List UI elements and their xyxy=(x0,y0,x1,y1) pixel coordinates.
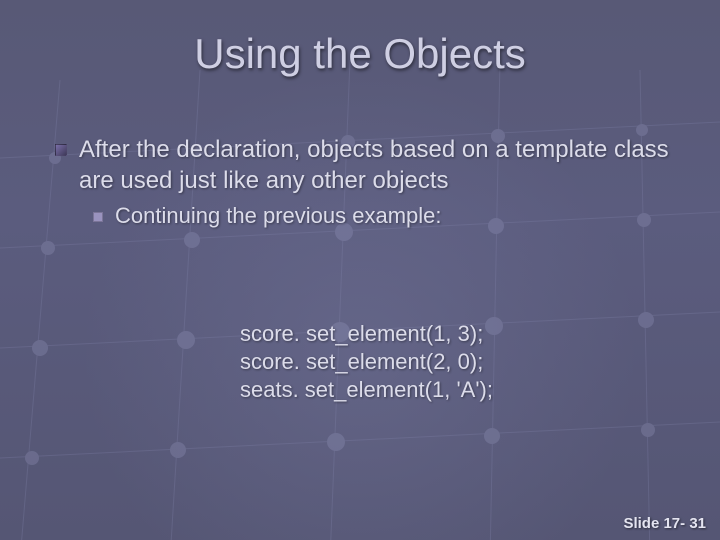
slide-title: Using the Objects xyxy=(0,30,720,78)
square-bullet-icon xyxy=(55,144,67,156)
bullet-2-text: Continuing the previous example: xyxy=(115,202,442,231)
square-bullet-icon xyxy=(93,212,103,222)
slide-number: Slide 17- 31 xyxy=(623,515,706,532)
code-line-2: score. set_element(2, 0); xyxy=(240,349,483,374)
code-line-3: seats. set_element(1, 'A'); xyxy=(240,377,493,402)
code-line-1: score. set_element(1, 3); xyxy=(240,321,483,346)
slide: Using the Objects After the declaration,… xyxy=(0,0,720,540)
code-example: score. set_element(1, 3); score. set_ele… xyxy=(240,320,493,404)
bullet-level-2: Continuing the previous example: xyxy=(93,202,680,231)
slide-body: After the declaration, objects based on … xyxy=(55,135,680,231)
lattice-svg xyxy=(0,0,720,540)
bullet-1-text: After the declaration, objects based on … xyxy=(79,135,680,196)
background-lattice xyxy=(0,0,720,540)
bullet-level-1: After the declaration, objects based on … xyxy=(55,135,680,196)
